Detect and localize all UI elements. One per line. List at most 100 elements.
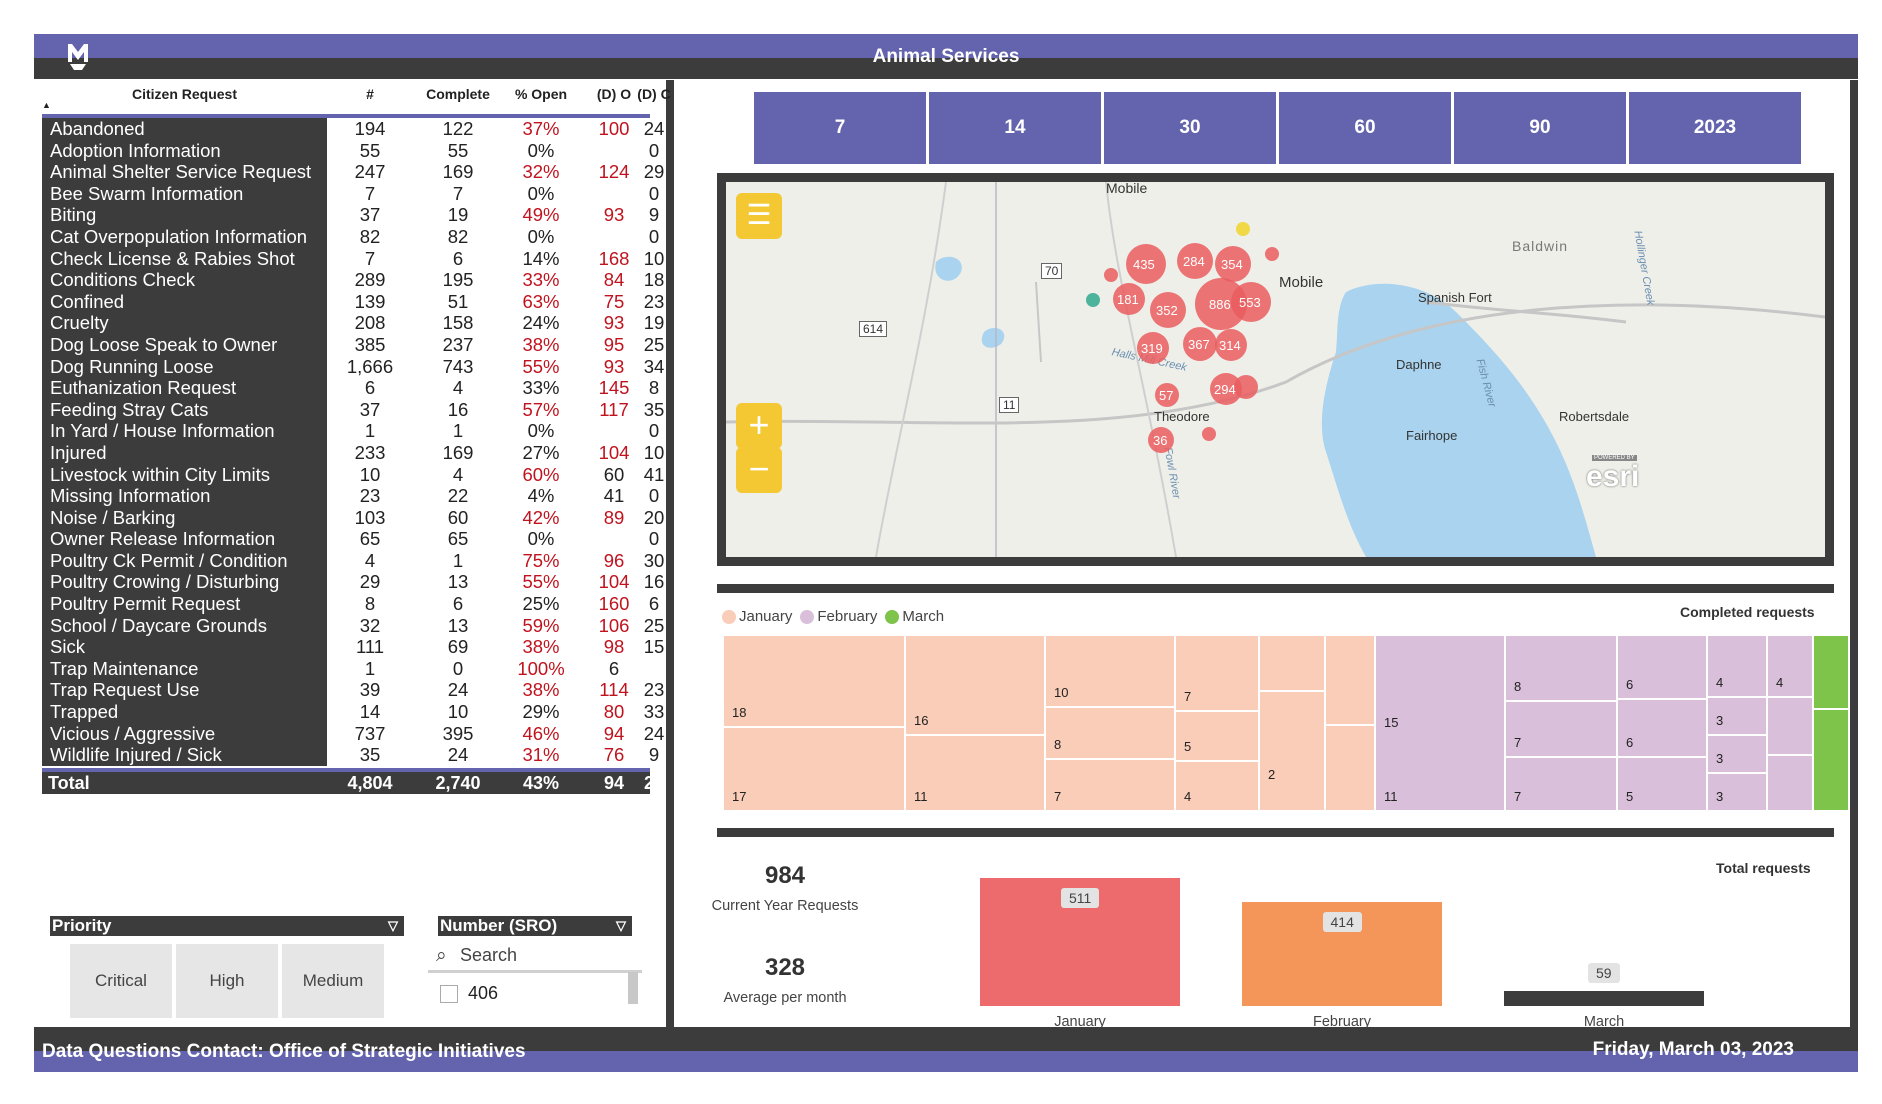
table-row[interactable]: Conditions Check 289 195 33% 84 18 [42, 269, 664, 291]
cluster-count[interactable]: 36 [1153, 433, 1167, 448]
cluster-count[interactable]: 354 [1221, 257, 1243, 272]
zoom-out-button[interactable]: − [736, 447, 782, 493]
priority-critical-button[interactable]: Critical [70, 944, 172, 1018]
priority-high-button[interactable]: High [176, 944, 278, 1018]
table-row[interactable]: Missing Information 23 22 4% 41 0 [42, 485, 659, 507]
table-row[interactable]: Dog Running Loose 1,666 743 55% 93 34 [42, 355, 664, 378]
table-row[interactable]: Dog Loose Speak to Owner 385 237 38% 95 25 [42, 333, 664, 356]
col-header-days-closed[interactable]: (D) C [629, 86, 679, 102]
table-row[interactable]: Wildlife Injured / Sick 35 24 31% 76 9 [42, 744, 659, 766]
table-row[interactable]: In Yard / House Information 1 1 0% 0 [42, 420, 659, 442]
table-row[interactable]: Noise / Barking 103 60 42% 89 20 [42, 506, 664, 529]
table-row[interactable]: Euthanization Request 6 4 33% 145 8 [42, 377, 659, 399]
treemap-cell[interactable]: 7 [1505, 701, 1617, 757]
treemap-cell[interactable]: 2 [1259, 691, 1325, 811]
day-filter-2023[interactable]: 2023 [1629, 92, 1801, 164]
treemap-cell[interactable]: 7 [1045, 759, 1175, 811]
treemap-cell[interactable]: 6 [1617, 699, 1707, 757]
treemap-cell[interactable]: 11 [905, 735, 1045, 811]
table-row[interactable]: Biting 37 19 49% 93 9 [42, 204, 659, 226]
treemap-cell[interactable]: 8 [1045, 707, 1175, 759]
treemap-cell[interactable] [1767, 755, 1813, 811]
bar-march[interactable] [1504, 991, 1704, 1006]
treemap-cell[interactable]: 4 [1707, 635, 1767, 697]
col-header-request[interactable]: Citizen Request [42, 86, 327, 102]
day-filter-90[interactable]: 90 [1454, 92, 1626, 164]
table-row[interactable]: Trap Request Use 39 24 38% 114 23 [42, 679, 664, 702]
table-row[interactable]: Cruelty 208 158 24% 93 19 [42, 312, 664, 334]
day-filter-14[interactable]: 14 [929, 92, 1101, 164]
table-row[interactable]: Cat Overpopulation Information 82 82 0% 0 [42, 225, 659, 248]
table-row[interactable]: Owner Release Information 65 65 0% 0 [42, 528, 659, 550]
sro-search-input[interactable]: ⌕ Search [428, 940, 642, 973]
treemap-cell[interactable] [1325, 635, 1375, 725]
map-view[interactable]: Mobile Mobile Baldwin Spanish Fort Daphn… [726, 182, 1825, 557]
table-row[interactable]: Vicious / Aggressive 737 395 46% 94 24 [42, 722, 664, 745]
treemap-cell[interactable]: 4 [1767, 635, 1813, 697]
day-filter-60[interactable]: 60 [1279, 92, 1451, 164]
table-row[interactable]: Adoption Information 55 55 0% 0 [42, 139, 659, 162]
cluster-count[interactable]: 352 [1156, 303, 1178, 318]
col-header-complete[interactable]: Complete [413, 86, 503, 102]
table-row[interactable]: Animal Shelter Service Request 247 169 32% 1… [42, 161, 664, 183]
cluster-count[interactable]: 314 [1219, 338, 1241, 353]
treemap-cell[interactable]: 10 [1045, 635, 1175, 707]
cluster-count[interactable]: 553 [1239, 295, 1261, 310]
sort-asc-icon[interactable]: ▲ [42, 100, 51, 110]
treemap-cell[interactable]: 6 [1617, 635, 1707, 699]
table-row[interactable]: Abandoned 194 122 37% 100 24 [42, 118, 664, 140]
table-row[interactable]: Injured 233 169 27% 104 10 [42, 441, 664, 464]
treemap-cell[interactable] [1325, 725, 1375, 811]
treemap-cell[interactable]: 7 [1505, 757, 1617, 811]
zoom-in-button[interactable]: + [736, 403, 782, 449]
cluster-count[interactable]: 294 [1214, 382, 1236, 397]
table-row[interactable]: School / Daycare Grounds 32 13 59% 106 25 [42, 614, 664, 637]
chevron-down-icon[interactable]: ▽ [616, 916, 626, 936]
cluster-count[interactable]: 367 [1188, 337, 1210, 352]
treemap-cell[interactable]: 17 [723, 727, 905, 811]
chevron-down-icon[interactable]: ▽ [388, 916, 398, 936]
table-row[interactable]: Feeding Stray Cats 37 16 57% 117 35 [42, 398, 664, 421]
day-filter-30[interactable]: 30 [1104, 92, 1276, 164]
cluster-count[interactable]: 319 [1141, 341, 1163, 356]
legend-march[interactable]: March [885, 608, 944, 625]
cluster-count[interactable]: 435 [1133, 257, 1155, 272]
priority-slicer-header[interactable]: Priority ▽ [50, 916, 404, 936]
table-row[interactable]: Check License & Rabies Shot 7 6 14% 168 10 [42, 247, 664, 270]
treemap-cell[interactable]: 5 [1617, 757, 1707, 811]
table-row[interactable]: Poultry Ck Permit / Condition 4 1 75% 96 30 [42, 549, 664, 572]
treemap-cell[interactable] [1813, 709, 1849, 811]
sro-slicer-header[interactable]: Number (SRO) ▽ [438, 916, 632, 936]
cluster-count[interactable]: 886 [1209, 297, 1231, 312]
treemap-cell[interactable] [1767, 697, 1813, 755]
treemap-cell[interactable]: 4 [1175, 761, 1259, 811]
col-header-count[interactable]: # [327, 86, 413, 102]
table-row[interactable]: Sick 111 69 38% 98 15 [42, 636, 664, 658]
treemap-cell[interactable] [1259, 635, 1325, 691]
table-row[interactable]: Bee Swarm Information 7 7 0% 0 [42, 182, 659, 205]
col-header-open[interactable]: % Open [503, 86, 579, 102]
table-row[interactable]: Poultry Crowing / Disturbing 29 13 55% 104 16 [42, 571, 664, 594]
cluster-count[interactable]: 181 [1117, 292, 1139, 307]
treemap-cell[interactable]: 3 [1707, 773, 1767, 811]
legend-february[interactable]: February [800, 608, 877, 625]
treemap-cell[interactable]: 8 [1505, 635, 1617, 701]
table-row[interactable]: Confined 139 51 63% 75 23 [42, 290, 664, 313]
menu-icon[interactable]: ☰ [736, 193, 782, 239]
table-row[interactable]: Poultry Permit Request 8 6 25% 160 6 [42, 593, 659, 615]
treemap-cell[interactable]: 7 [1175, 635, 1259, 711]
treemap-cell[interactable]: 15 11 [1375, 635, 1505, 811]
table-row[interactable]: Livestock within City Limits 10 4 60% 60 41 [42, 463, 664, 486]
day-filter-7[interactable]: 7 [754, 92, 926, 164]
legend-january[interactable]: January [722, 608, 792, 625]
checkbox[interactable] [440, 985, 458, 1003]
sro-list-item[interactable]: 406 [438, 977, 632, 1009]
table-row[interactable]: Trap Maintenance 1 0 100% 6 [42, 657, 650, 680]
cluster-count[interactable]: 284 [1183, 254, 1205, 269]
cluster-count[interactable]: 57 [1159, 388, 1173, 403]
treemap-cell[interactable]: 3 [1707, 735, 1767, 773]
treemap-cell[interactable]: 5 [1175, 711, 1259, 761]
treemap-cell[interactable]: 18 [723, 635, 905, 727]
table-row[interactable]: Trapped 14 10 29% 80 33 [42, 701, 664, 723]
scrollbar[interactable] [628, 972, 638, 1004]
